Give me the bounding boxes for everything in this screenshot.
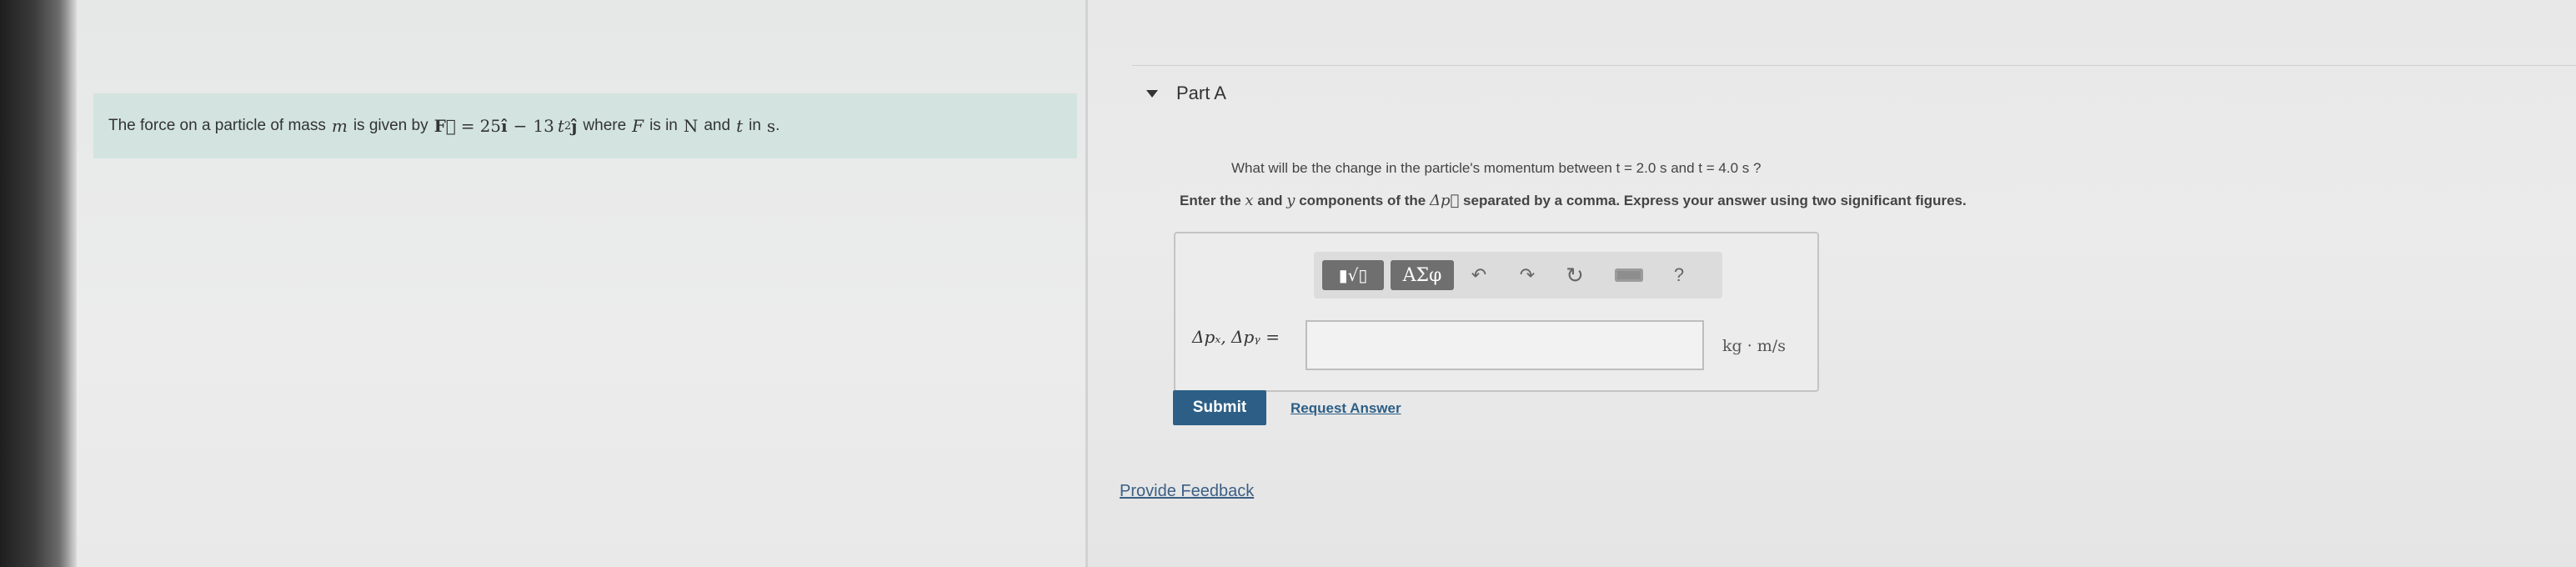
instruction-text: Enter the x and y components of the Δp⃗ … [1180,192,1967,209]
part-a-header[interactable]: Part A [1146,79,1226,108]
instruction-and: and [1257,193,1283,208]
problem-where: where [583,117,627,134]
keyboard-button[interactable] [1606,260,1652,290]
provide-feedback-link[interactable]: Provide Feedback [1120,482,1254,501]
problem-is-in: is in [649,117,678,134]
time-exponent: 2 [564,119,572,133]
equals-sign: = [460,116,475,136]
undo-icon: ↶ [1471,264,1487,285]
part-header-divider [1132,65,2576,66]
monitor-bezel [0,0,77,567]
problem-statement-box: The force on a particle of mass m is giv… [93,93,1077,158]
answer-input[interactable] [1306,320,1704,370]
redo-icon: ↷ [1519,264,1536,285]
problem-in: in [749,117,761,134]
greek-symbols-button[interactable]: ΑΣφ [1391,260,1454,290]
instruction-prefix: Enter the [1180,193,1241,208]
delta-p-vector: Δp⃗ [1429,192,1460,209]
seconds-unit: s [766,116,776,136]
mass-symbol: m [331,116,348,136]
unit-vector-j: ĵ [571,116,578,136]
greek-symbols-label: ΑΣφ [1402,264,1442,286]
coefficient-j: 13 [533,116,554,136]
x-symbol: x [1245,192,1254,209]
request-answer-link[interactable]: Request Answer [1291,400,1401,417]
answer-units: kg · m/s [1722,337,1786,355]
templates-icon: ▮√▯ [1338,265,1368,285]
collapse-caret-icon[interactable] [1146,89,1158,98]
y-symbol: y [1286,192,1296,209]
reset-button[interactable]: ↻ [1556,260,1594,290]
math-toolbar: ▮√▯ ΑΣφ ↶ ↷ ↻ ? [1314,252,1722,299]
keyboard-icon [1615,268,1643,282]
part-title: Part A [1176,83,1226,103]
problem-pane [77,0,1087,567]
minus-sign: − [513,116,528,136]
force-vector: F⃗ [434,116,456,136]
time-symbol: t [557,116,564,136]
help-icon: ? [1673,264,1685,285]
newton-unit: N [683,116,699,136]
undo-button[interactable]: ↶ [1462,260,1496,290]
force-symbol: F [632,116,644,136]
help-button[interactable]: ? [1662,260,1696,290]
submit-button[interactable]: Submit [1173,390,1266,425]
unit-vector-i: î [501,116,508,136]
reset-icon: ↻ [1566,262,1584,288]
problem-prefix: The force on a particle of mass [108,117,326,134]
redo-button[interactable]: ↷ [1511,260,1544,290]
question-text: What will be the change in the particle'… [1231,160,1762,176]
problem-period: . [775,117,780,134]
answer-panel: ▮√▯ ΑΣφ ↶ ↷ ↻ ? Δpₓ, Δpᵧ = kg · m/s [1174,232,1819,392]
instruction-suffix: separated by a comma. Express your answe… [1463,193,1967,208]
instruction-middle: components of the [1299,193,1426,208]
templates-button[interactable]: ▮√▯ [1322,260,1384,290]
coefficient-i: 25 [479,116,502,136]
time-symbol-2: t [736,116,744,136]
answer-label: Δpₓ, Δpᵧ = [1192,327,1280,347]
problem-statement: The force on a particle of mass m is giv… [108,93,779,158]
problem-given-by: is given by [353,117,428,134]
problem-and: and [704,117,731,134]
